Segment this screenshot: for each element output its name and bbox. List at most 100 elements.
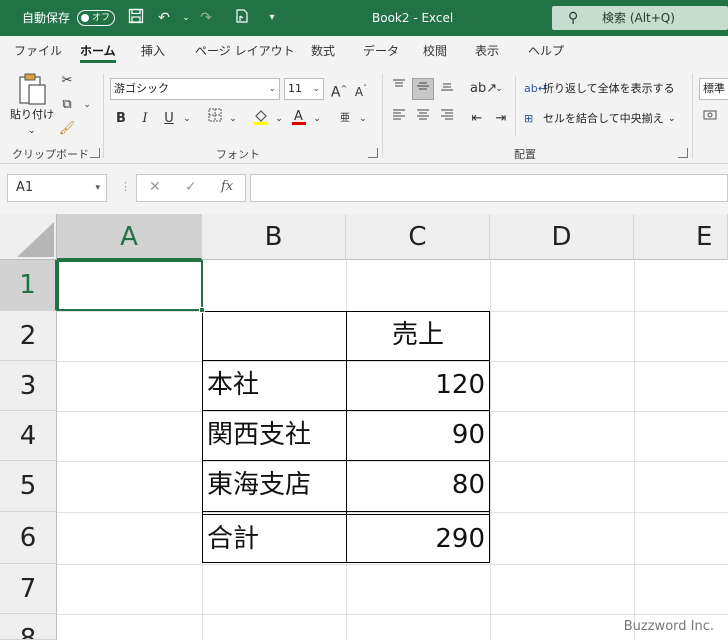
alignment-group-label: 配置 xyxy=(514,148,536,161)
splitter-icon[interactable]: ⋮ xyxy=(120,180,131,193)
align-left-icon[interactable] xyxy=(388,108,410,130)
wrap-text-button[interactable]: 折り返して全体を表示する xyxy=(543,80,675,98)
cell-b6[interactable]: 合計 xyxy=(202,515,346,564)
align-bottom-icon[interactable] xyxy=(436,78,458,100)
gridline xyxy=(490,260,491,640)
gridline xyxy=(57,614,728,615)
align-center-icon[interactable] xyxy=(412,108,434,130)
tab-formulas[interactable]: 数式 xyxy=(311,36,335,66)
row-header-3[interactable]: 3 xyxy=(0,361,57,411)
autosave-label: 自動保存 xyxy=(22,11,71,25)
spreadsheet-grid[interactable]: A B C D E 1 2 3 4 5 6 7 8 売上 本社 120 関西支社… xyxy=(0,214,728,640)
name-box-value: A1 xyxy=(16,180,34,195)
active-cell-a1[interactable] xyxy=(57,260,205,313)
merge-center-icon[interactable]: ⊞ xyxy=(524,110,533,128)
font-name-combo[interactable]: 游ゴシック ⌄ xyxy=(110,78,280,100)
tab-home[interactable]: ホーム xyxy=(80,36,116,66)
formula-input[interactable] xyxy=(250,174,728,202)
autosave-state: オフ xyxy=(92,13,111,23)
currency-format-icon[interactable] xyxy=(699,108,721,130)
row-header-8[interactable]: 8 xyxy=(0,614,57,640)
increase-indent-icon[interactable]: ⇥ xyxy=(490,108,512,130)
toggle-knob xyxy=(81,14,89,22)
column-header-c[interactable]: C xyxy=(346,214,490,260)
row-header-6[interactable]: 6 xyxy=(0,512,57,564)
tab-file[interactable]: ファイル xyxy=(14,36,62,66)
tab-view[interactable]: 表示 xyxy=(475,36,499,66)
paste-dropdown-icon[interactable]: ⌄ xyxy=(28,122,36,140)
decrease-indent-icon[interactable]: ⇤ xyxy=(466,108,488,130)
cancel-icon[interactable]: ✕ xyxy=(149,179,161,195)
undo-dropdown-icon[interactable]: ⌄ xyxy=(176,8,196,28)
alignment-launcher-icon[interactable] xyxy=(678,148,688,158)
search-box[interactable]: ⚲ 検索 (Alt+Q) xyxy=(552,6,728,30)
column-header-b[interactable]: B xyxy=(202,214,346,260)
font-launcher-icon[interactable] xyxy=(368,148,378,158)
cell-c4[interactable]: 90 xyxy=(346,411,490,461)
merge-dropdown-icon[interactable]: ⌄ xyxy=(668,110,676,128)
align-right-icon[interactable] xyxy=(436,108,458,130)
group-divider xyxy=(515,76,516,136)
row-header-4[interactable]: 4 xyxy=(0,411,57,461)
align-middle-icon[interactable] xyxy=(412,78,434,100)
orientation-dropdown-icon[interactable]: ⌄ xyxy=(488,78,510,100)
number-format-combo[interactable]: 標準 xyxy=(699,78,728,100)
column-header-a[interactable]: A xyxy=(57,214,202,260)
tab-help[interactable]: ヘルプ xyxy=(528,36,564,66)
italic-icon[interactable]: I xyxy=(134,108,156,130)
fill-color-dropdown-icon[interactable]: ⌄ xyxy=(268,108,290,130)
watermark: Buzzword Inc. xyxy=(623,619,714,634)
row-header-5[interactable]: 5 xyxy=(0,461,57,512)
cell-c5[interactable]: 80 xyxy=(346,461,490,512)
cut-icon[interactable]: ✂ xyxy=(56,70,78,92)
redo-icon[interactable]: ↷ xyxy=(196,8,216,28)
row-header-7[interactable]: 7 xyxy=(0,564,57,614)
underline-dropdown-icon[interactable]: ⌄ xyxy=(176,108,198,130)
fill-handle[interactable] xyxy=(199,307,205,313)
font-group-label: フォント xyxy=(216,148,260,161)
paste-icon[interactable] xyxy=(16,72,48,106)
insert-function-icon[interactable]: fx xyxy=(221,179,233,194)
search-icon: ⚲ xyxy=(568,10,579,26)
cell-b4[interactable]: 関西支社 xyxy=(202,411,346,461)
select-all-corner[interactable] xyxy=(0,214,57,260)
save-icon[interactable] xyxy=(126,8,146,28)
row-header-2[interactable]: 2 xyxy=(0,311,57,361)
enter-icon[interactable]: ✓ xyxy=(185,179,197,195)
copy-icon[interactable]: ⧉ xyxy=(56,94,78,116)
phonetic-dropdown-icon[interactable]: ⌄ xyxy=(352,108,374,130)
group-divider xyxy=(382,74,383,158)
tab-data[interactable]: データ xyxy=(363,36,399,66)
group-divider xyxy=(692,74,693,158)
align-top-icon[interactable] xyxy=(388,78,410,100)
undo-icon[interactable]: ↶ xyxy=(154,8,174,28)
font-color-dropdown-icon[interactable]: ⌄ xyxy=(306,108,328,130)
cell-b3[interactable]: 本社 xyxy=(202,361,346,411)
touch-mode-icon[interactable] xyxy=(232,8,252,28)
cell-c3[interactable]: 120 xyxy=(346,361,490,411)
clipboard-launcher-icon[interactable] xyxy=(90,148,100,158)
format-painter-icon[interactable]: 🖌 xyxy=(56,118,78,140)
borders-dropdown-icon[interactable]: ⌄ xyxy=(222,108,244,130)
customize-qat-icon[interactable]: ▾ xyxy=(262,8,282,28)
cell-c2[interactable]: 売上 xyxy=(346,311,490,361)
column-header-e[interactable]: E xyxy=(634,214,728,260)
bold-icon[interactable]: B xyxy=(110,108,132,130)
name-box[interactable]: A1 ▾ xyxy=(7,174,107,202)
merge-center-button[interactable]: セルを結合して中央揃え xyxy=(543,110,664,128)
title-bar: 自動保存 オフ ↶ ⌄ ↷ ▾ Book2 - Excel ⚲ 検索 (Alt+… xyxy=(0,0,728,36)
decrease-font-icon[interactable]: Aˇ xyxy=(350,78,372,100)
tab-review[interactable]: 校閲 xyxy=(423,36,447,66)
cell-c6[interactable]: 290 xyxy=(346,515,490,564)
font-name-value: 游ゴシック xyxy=(114,82,169,95)
gridline xyxy=(57,564,728,565)
row-header-1[interactable]: 1 xyxy=(0,260,57,311)
cell-b5[interactable]: 東海支店 xyxy=(202,461,346,512)
tab-page-layout[interactable]: ページ レイアウト xyxy=(195,36,295,66)
increase-font-icon[interactable]: A^ xyxy=(328,78,350,101)
font-size-combo[interactable]: 11 ⌄ xyxy=(284,78,324,100)
tab-insert[interactable]: 挿入 xyxy=(141,36,165,66)
copy-dropdown-icon[interactable]: ⌄ xyxy=(76,94,98,116)
autosave-toggle[interactable]: オフ xyxy=(77,10,115,26)
column-header-d[interactable]: D xyxy=(490,214,634,260)
